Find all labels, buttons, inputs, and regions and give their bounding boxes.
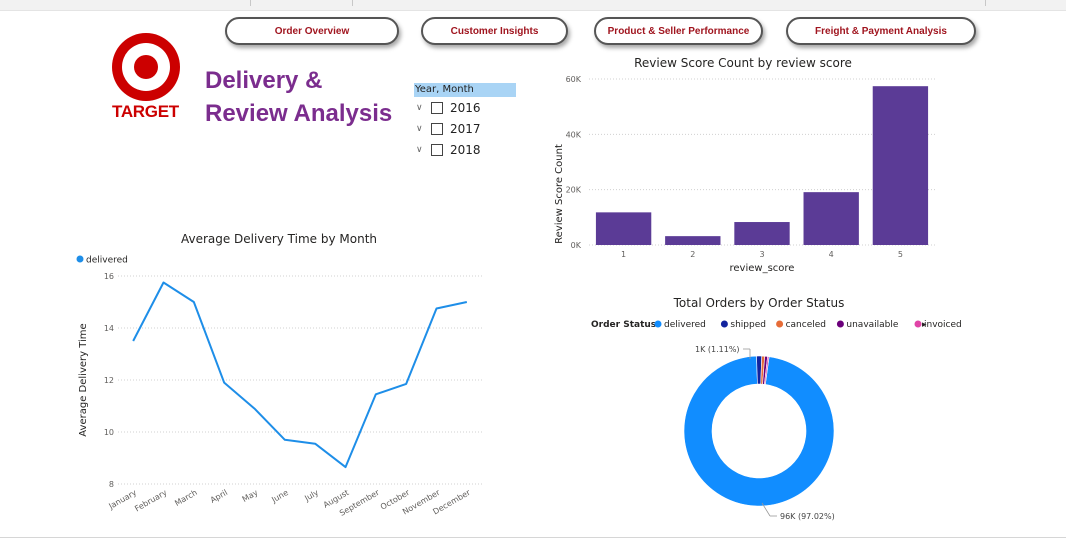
bar[interactable] [872,86,929,245]
y-tick-label: 12 [104,376,114,385]
chart-title: Total Orders by Order Status [673,296,845,310]
legend-label[interactable]: unavailable [846,320,898,330]
y-tick-label: 0K [571,241,582,250]
slicer-item-label: 2017 [450,121,481,136]
top-strip-divider [250,0,251,6]
x-tick-label: 3 [759,250,764,259]
bar[interactable] [665,236,721,245]
page-title-line-1: Delivery & [205,67,323,94]
chart-title: Average Delivery Time by Month [181,232,377,246]
x-tick-label: March [173,488,199,508]
legend-label: delivered [86,256,128,266]
legend-label[interactable]: invoiced [924,320,962,330]
legend-marker-icon [914,320,922,328]
top-strip-divider [352,0,353,6]
y-tick-label: 10 [104,428,114,437]
legend-next-arrow-icon[interactable]: ▸ [922,320,927,330]
legend-label[interactable]: delivered [664,320,706,330]
y-axis-label: Average Delivery Time [78,323,89,436]
series-line-delivered[interactable] [132,281,468,469]
top-strip-divider [985,0,986,6]
slicer-header: Year, Month [414,83,516,97]
legend-marker-icon [720,320,728,328]
chevron-down-icon[interactable]: ∨ [416,103,428,113]
slicer-item-label: 2018 [450,142,481,157]
top-strip [0,0,1066,11]
y-tick-label: 8 [109,480,114,489]
data-label-shipped: 1K (1.11%) [695,345,740,354]
x-tick-label: 4 [829,250,834,259]
x-axis-label: review_score [730,263,795,274]
page-title: Delivery & Review Analysis [205,64,392,130]
data-label-delivered: 96K (97.02%) [780,512,835,521]
chevron-down-icon[interactable]: ∨ [416,145,428,155]
legend-marker-icon [836,320,844,328]
legend-title: Order Status [591,320,656,330]
chevron-down-icon[interactable]: ∨ [416,124,428,134]
y-tick-label: 20K [566,186,582,195]
x-tick-label: April [209,488,229,505]
y-tick-label: 16 [104,272,114,281]
review-score-bar-chart: Review Score Count by review score Revie… [554,56,935,274]
x-tick-label: May [241,488,260,504]
bottom-divider [0,537,1066,538]
slicer-item-label: 2016 [450,100,481,115]
slicer-item-2017[interactable]: ∨ 2017 [414,118,516,139]
x-tick-label: June [269,488,290,505]
legend-marker-icon [776,320,784,328]
x-tick-label: 5 [898,250,903,259]
logo-text: TARGET [112,102,179,121]
legend-marker-icon [654,320,662,328]
nav-button-order-overview[interactable]: Order Overview [225,17,399,45]
legend-label[interactable]: shipped [730,320,766,330]
legend-marker-icon [76,255,84,263]
page-title-line-2: Review Analysis [205,100,393,127]
bar[interactable] [803,192,859,245]
nav-button-customer-insights[interactable]: Customer Insights [421,17,568,45]
checkbox[interactable] [431,143,443,156]
x-tick-label: 2 [690,250,695,259]
bar[interactable] [734,222,790,245]
year-month-slicer: Year, Month ∨ 2016 ∨ 2017 ∨ 2018 [414,83,516,160]
order-status-donut-chart: Total Orders by Order Status Order Statu… [591,296,962,521]
y-tick-label: 40K [566,130,582,139]
legend-label[interactable]: canceled [786,320,826,330]
x-tick-label: February [133,488,168,514]
slicer-item-2016[interactable]: ∨ 2016 [414,97,516,118]
chart-title: Review Score Count by review score [634,56,852,70]
checkbox[interactable] [431,122,443,135]
checkbox[interactable] [431,101,443,114]
y-axis-label: Review Score Count [554,144,565,244]
nav-button-freight-payment-analysis[interactable]: Freight & Payment Analysis [786,17,976,45]
y-tick-label: 14 [104,324,114,333]
delivery-time-line-chart: Average Delivery Time by Month delivered… [76,232,482,518]
nav-button-product-seller-performance[interactable]: Product & Seller Performance [594,17,763,45]
y-tick-label: 60K [566,75,582,84]
slicer-item-2018[interactable]: ∨ 2018 [414,139,516,160]
bar[interactable] [595,212,652,245]
x-tick-label: July [302,488,320,504]
x-tick-label: 1 [621,250,626,259]
